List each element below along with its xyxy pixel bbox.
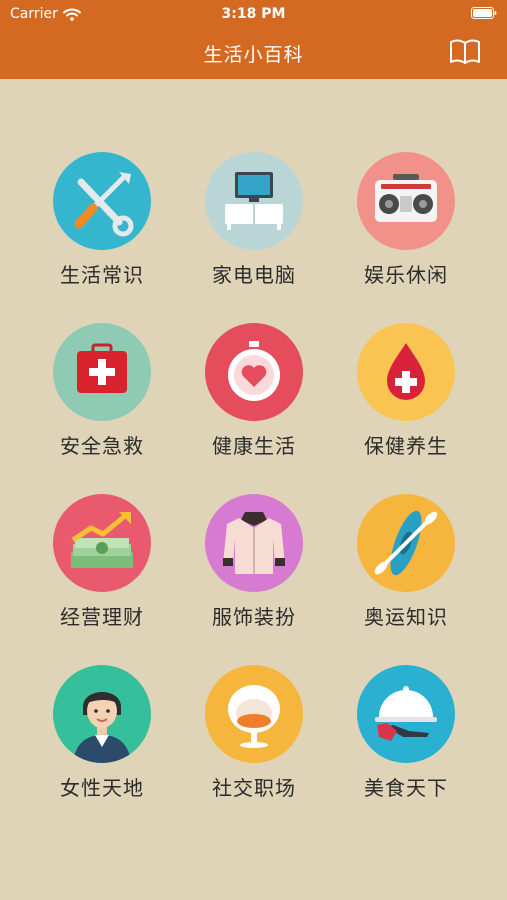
coat-icon bbox=[205, 494, 303, 592]
category-label: 女性天地 bbox=[60, 776, 144, 800]
category-item-health[interactable]: 健康生活 bbox=[184, 323, 324, 473]
heart-stopwatch-icon bbox=[205, 323, 303, 421]
category-item-olympics[interactable]: 奥运知识 bbox=[336, 494, 476, 644]
tv-cabinet-icon bbox=[205, 152, 303, 250]
category-item-appliances[interactable]: 家电电脑 bbox=[184, 152, 324, 302]
category-label: 生活常识 bbox=[60, 263, 144, 287]
category-item-food[interactable]: 美食天下 bbox=[336, 665, 476, 815]
category-label: 娱乐休闲 bbox=[364, 263, 448, 287]
battery-icon bbox=[471, 7, 497, 19]
egg-chair-icon bbox=[205, 665, 303, 763]
category-label: 美食天下 bbox=[364, 776, 448, 800]
category-label: 安全急救 bbox=[60, 434, 144, 458]
nav-bar: Carrier 3:18 PM 生活小百科 bbox=[0, 0, 507, 79]
category-item-life-tips[interactable]: 生活常识 bbox=[32, 152, 172, 302]
category-label: 经营理财 bbox=[60, 605, 144, 629]
category-item-women[interactable]: 女性天地 bbox=[32, 665, 172, 815]
money-growth-icon bbox=[53, 494, 151, 592]
category-item-wellness[interactable]: 保健养生 bbox=[336, 323, 476, 473]
kayak-icon bbox=[357, 494, 455, 592]
category-label: 服饰装扮 bbox=[212, 605, 296, 629]
blood-drop-icon bbox=[357, 323, 455, 421]
category-item-finance[interactable]: 经营理财 bbox=[32, 494, 172, 644]
status-bar: Carrier 3:18 PM bbox=[0, 0, 507, 28]
category-item-fashion[interactable]: 服饰装扮 bbox=[184, 494, 324, 644]
woman-icon bbox=[53, 665, 151, 763]
tools-icon bbox=[53, 152, 151, 250]
category-label: 家电电脑 bbox=[212, 263, 296, 287]
first-aid-kit-icon bbox=[53, 323, 151, 421]
boombox-icon bbox=[357, 152, 455, 250]
category-item-social[interactable]: 社交职场 bbox=[184, 665, 324, 815]
category-label: 奥运知识 bbox=[364, 605, 448, 629]
page-title: 生活小百科 bbox=[203, 44, 304, 66]
category-label: 社交职场 bbox=[212, 776, 296, 800]
status-time: 3:18 PM bbox=[221, 6, 286, 22]
book-icon[interactable] bbox=[449, 38, 481, 66]
category-label: 保健养生 bbox=[364, 434, 448, 458]
category-label: 健康生活 bbox=[212, 434, 296, 458]
category-item-entertainment[interactable]: 娱乐休闲 bbox=[336, 152, 476, 302]
category-item-first-aid[interactable]: 安全急救 bbox=[32, 323, 172, 473]
cloche-icon bbox=[357, 665, 455, 763]
category-grid: 生活常识 家电电脑 娱乐休闲 安全急救 健康生活 保健养生 经营理财 服饰装扮 … bbox=[0, 79, 507, 900]
